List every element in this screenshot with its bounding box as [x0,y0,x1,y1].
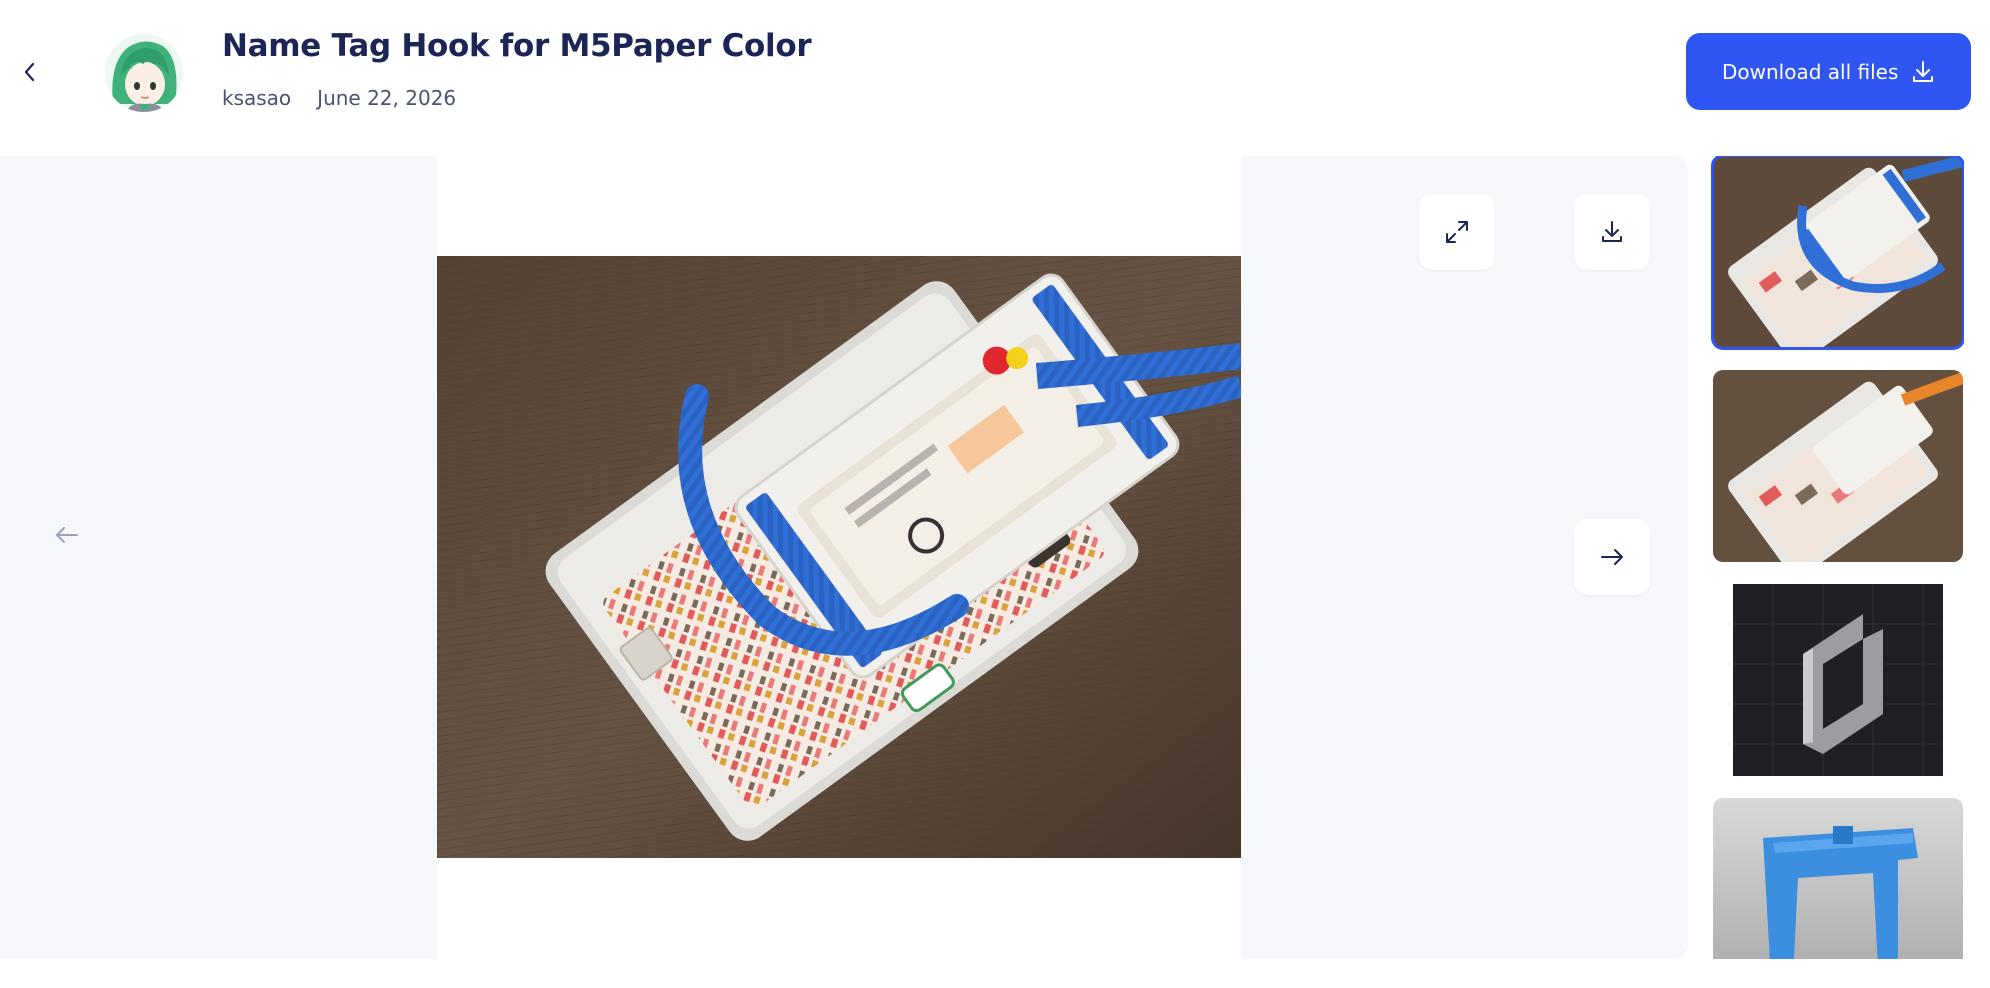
author-name[interactable]: ksasao [222,86,291,110]
download-image-button[interactable] [1574,194,1650,270]
post-date: June 22, 2026 [317,86,457,110]
back-button[interactable] [12,50,48,94]
download-all-button[interactable]: Download all files [1686,33,1971,110]
thumbnail-3[interactable] [1713,584,1963,776]
main-image[interactable] [437,256,1241,858]
arrow-left-icon [56,527,78,543]
download-all-label: Download all files [1722,59,1899,84]
thumbnail-2[interactable] [1713,370,1963,562]
thumbnail-strip [1709,156,1964,959]
download-icon [1602,221,1622,242]
thumbnail-4[interactable] [1713,798,1963,959]
arrow-right-icon [1601,549,1623,565]
next-image-button[interactable] [1574,519,1650,595]
image-viewer [0,156,1688,959]
expand-icon [1446,221,1468,243]
previous-image-button[interactable] [44,517,90,553]
post-meta: ksasao June 22, 2026 [222,86,456,110]
chevron-left-icon [24,62,35,82]
expand-button[interactable] [1419,194,1495,270]
header: Name Tag Hook for M5Paper Color ksasao J… [0,0,1990,150]
thumbnail-1[interactable] [1711,156,1964,350]
avatar[interactable] [105,34,183,112]
page-title: Name Tag Hook for M5Paper Color [222,28,812,64]
download-icon [1913,60,1933,82]
